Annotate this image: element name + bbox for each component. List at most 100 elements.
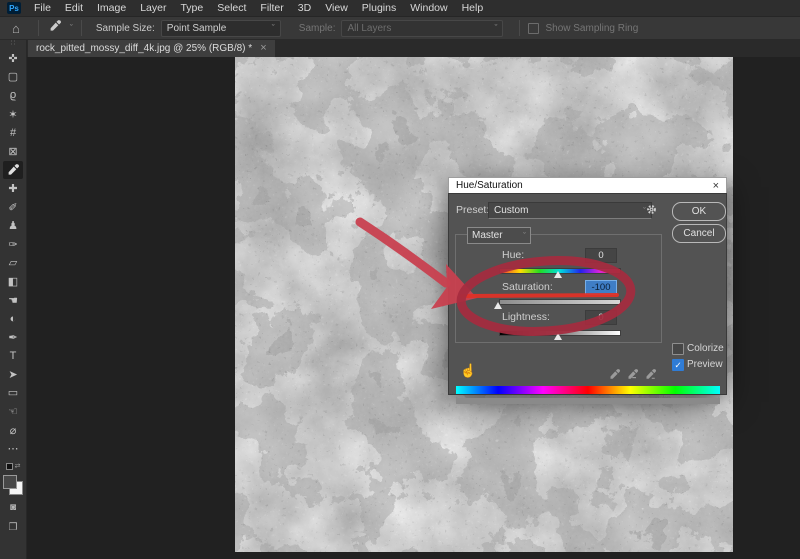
eyedropper-icon[interactable] [49, 19, 62, 37]
sample-label: Sample: [298, 22, 336, 34]
hand-tool[interactable]: ☜ [3, 402, 23, 421]
eyedropper-tool[interactable] [3, 160, 23, 180]
gradient-tool[interactable]: ◧ [3, 272, 23, 291]
sample-size-select[interactable]: Point Sample ˇ [160, 19, 281, 37]
saturation-value-field[interactable]: -100 [585, 280, 617, 295]
gear-icon[interactable] [646, 204, 657, 218]
chevron-down-icon[interactable]: ˇ [70, 23, 73, 33]
colorize-checkbox[interactable] [672, 343, 684, 355]
panel-grip-icon[interactable]: ∷ [11, 39, 15, 49]
move-tool[interactable]: ✜ [3, 49, 23, 68]
foreground-color-swatch[interactable] [3, 475, 17, 490]
tool-list: ✜ ▢ ϱ ✶ # ⊠ ✚ ✐ ♟ ✑ ▱ ◧ ☚ ◐ ✒ T ➤ ▭ ☜ ⌀ ⋯ [3, 49, 23, 458]
hue-slider-thumb[interactable] [554, 271, 562, 278]
preset-select[interactable]: Custom ˇ [488, 202, 652, 219]
screen-mode-button[interactable]: ❐ [9, 519, 18, 535]
lightness-slider-thumb[interactable] [554, 333, 562, 340]
photoshop-window: Ps File Edit Image Layer Type Select Filter 3D V… [0, 0, 800, 559]
dodge-tool[interactable]: ◐ [3, 309, 23, 328]
eyedropper-plus-icon [627, 367, 639, 384]
hue-spectrum-bar-before [456, 386, 720, 394]
tool-panel: ∷ ✜ ▢ ϱ ✶ # ⊠ ✚ ✐ ♟ ✑ ▱ ◧ ☚ ◐ ✒ T ➤ ▭ ☜ ⌀ ⋯ ⇄ ◙ ❐ [0, 39, 27, 559]
menu-bar: Ps File Edit Image Layer Type Select Filter 3D V… [0, 0, 800, 17]
document-tab[interactable]: rock_pitted_mossy_diff_4k.jpg @ 25% (RGB… [28, 39, 275, 57]
menu-layer[interactable]: Layer [133, 0, 173, 16]
options-bar: ⌂ ˇ Sample Size: Point Sample ˇ Sample: … [0, 17, 800, 40]
menu-select[interactable]: Select [210, 0, 253, 16]
eyedropper-minus-icon [645, 367, 657, 384]
brush-tool[interactable]: ✐ [3, 198, 23, 217]
home-icon[interactable]: ⌂ [12, 21, 20, 36]
sample-size-label: Sample Size: [95, 22, 155, 34]
chevron-down-icon: ˇ [271, 23, 275, 33]
hue-value-field[interactable]: 0 [585, 248, 617, 263]
color-swatches[interactable] [3, 475, 23, 496]
chevron-down-icon: ˇ [523, 230, 526, 241]
hue-label: Hue: [502, 249, 525, 261]
sample-size-value: Point Sample [166, 22, 227, 34]
menu-help[interactable]: Help [455, 0, 491, 16]
type-tool[interactable]: T [3, 347, 23, 366]
smudge-tool[interactable]: ☚ [3, 291, 23, 310]
toolbar-options[interactable]: ⋯ [3, 439, 23, 458]
menu-view[interactable]: View [318, 0, 355, 16]
saturation-label: Saturation: [502, 281, 553, 293]
close-icon[interactable]: × [713, 180, 719, 192]
lasso-tool[interactable]: ϱ [3, 86, 23, 105]
default-colors-icon[interactable]: ⇄ [5, 460, 20, 472]
pen-tool[interactable]: ✒ [3, 328, 23, 347]
menu-edit[interactable]: Edit [58, 0, 90, 16]
menu-file[interactable]: File [27, 0, 58, 16]
divider [519, 20, 521, 36]
show-sampling-ring-label: Show Sampling Ring [545, 22, 639, 34]
colorize-label: Colorize [687, 343, 724, 354]
channel-value: Master [472, 230, 503, 241]
document-tab-title: rock_pitted_mossy_diff_4k.jpg @ 25% (RGB… [36, 42, 253, 54]
on-image-adjust-icon[interactable]: ☝ [460, 363, 476, 379]
hue-spectrum-bar-after [456, 398, 720, 404]
menu-filter[interactable]: Filter [253, 0, 290, 16]
dialog-title: Hue/Saturation [456, 180, 523, 191]
path-select-tool[interactable]: ➤ [3, 365, 23, 384]
channel-select[interactable]: Master ˇ [467, 227, 531, 244]
quick-mask-button[interactable]: ◙ [10, 499, 16, 515]
hue-saturation-dialog: Hue/Saturation × Preset: Custom ˇ OK Can… [448, 177, 727, 404]
eyedropper-icon [609, 367, 621, 384]
menu-image[interactable]: Image [90, 0, 133, 16]
saturation-slider-thumb[interactable] [494, 302, 502, 309]
healing-brush-tool[interactable]: ✚ [3, 179, 23, 198]
tab-strip: rock_pitted_mossy_diff_4k.jpg @ 25% (RGB… [26, 39, 800, 57]
menu-type[interactable]: Type [173, 0, 210, 16]
lightness-label: Lightness: [502, 311, 550, 323]
cancel-button[interactable]: Cancel [672, 224, 726, 243]
menu-window[interactable]: Window [403, 0, 454, 16]
frame-tool[interactable]: ⊠ [3, 142, 23, 161]
dialog-title-bar[interactable]: Hue/Saturation × [448, 177, 727, 193]
lightness-value-field[interactable]: 0 [585, 310, 617, 325]
sample-value: All Layers [347, 22, 392, 34]
crop-tool[interactable]: # [3, 123, 23, 142]
sample-select: All Layers ˇ [341, 19, 504, 37]
clone-stamp-tool[interactable]: ♟ [3, 216, 23, 235]
dialog-body: Preset: Custom ˇ OK Cancel Master ˇ Hue:… [448, 193, 727, 404]
close-icon[interactable]: × [260, 42, 266, 54]
magic-wand-tool[interactable]: ✶ [3, 105, 23, 124]
history-brush-tool[interactable]: ✑ [3, 235, 23, 254]
divider [37, 20, 39, 36]
preset-value: Custom [494, 205, 529, 216]
menu-plugins[interactable]: Plugins [355, 0, 403, 16]
eraser-tool[interactable]: ▱ [3, 254, 23, 273]
show-sampling-ring-checkbox [528, 22, 540, 34]
preview-checkbox[interactable]: ✓ [672, 359, 684, 371]
zoom-tool[interactable]: ⌀ [3, 421, 23, 440]
photoshop-logo-icon[interactable]: Ps [7, 2, 21, 14]
marquee-tool[interactable]: ▢ [3, 68, 23, 87]
preview-label: Preview [687, 359, 723, 370]
chevron-down-icon: ˇ [494, 23, 498, 33]
menu-items: File Edit Image Layer Type Select Filter 3D View… [27, 0, 490, 16]
ok-button[interactable]: OK [672, 202, 726, 221]
menu-3d[interactable]: 3D [291, 0, 318, 16]
channel-group [455, 234, 662, 343]
shape-tool[interactable]: ▭ [3, 384, 23, 403]
saturation-slider[interactable] [499, 299, 621, 305]
